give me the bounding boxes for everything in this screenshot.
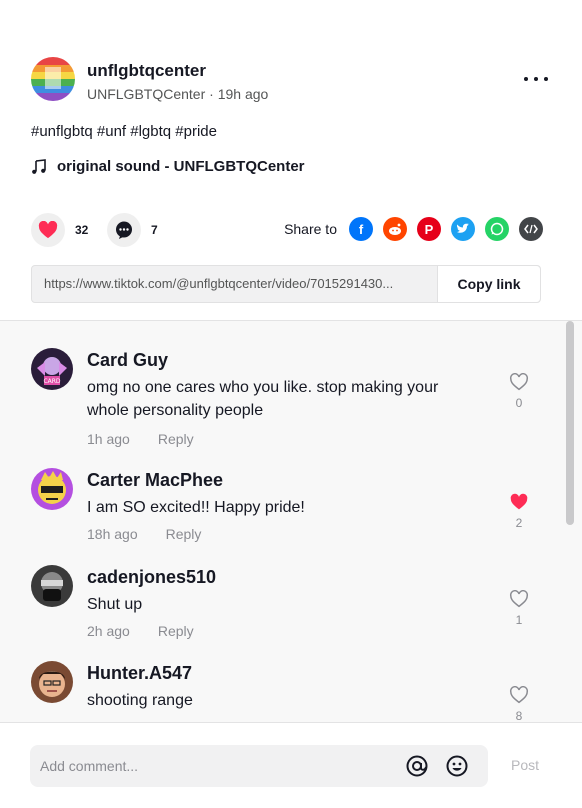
reply-button[interactable]: Reply [166,526,202,542]
share-label: Share to [284,221,337,237]
comment-text: shooting range [87,692,193,709]
post-hashtags[interactable]: #unflgbtq #unf #lgbtq #pride [31,123,217,140]
heart-outline-icon [510,686,528,704]
pinterest-icon[interactable]: P [417,217,441,241]
commenter-avatar[interactable]: CARD [31,348,73,390]
comment-meta: 1h ago Reply [87,431,194,447]
post-link-url[interactable]: https://www.tiktok.com/@unflgbtqcenter/v… [32,266,437,302]
comment-like-count: 1 [515,613,523,627]
comment-like-button[interactable]: 1 [507,590,531,627]
emoji-icon[interactable] [445,754,469,778]
share-bar: Share to f P [284,217,543,241]
comment-input-wrapper [30,745,488,787]
author-username[interactable]: unflgbtqcenter [87,61,206,81]
more-dot-icon [524,77,528,81]
heart-outline-icon [510,373,528,391]
author-subtitle: UNFLGBTQCenter · 19h ago [87,86,268,102]
post-button[interactable]: Post [511,757,539,773]
comment-like-count: 2 [515,516,523,530]
comment-meta: 2h ago Reply [87,623,194,639]
svg-text:CARD: CARD [43,378,60,385]
comment-text: Shut up [87,596,143,613]
sound-label: original sound - UNFLGBTQCenter [57,158,305,175]
more-dot-icon [544,77,548,81]
commenter-avatar[interactable] [31,661,73,703]
twitter-icon[interactable] [451,217,475,241]
author-display-name[interactable]: UNFLGBTQCenter [87,86,205,102]
commenter-avatar[interactable] [31,468,73,510]
more-options-button[interactable] [521,67,551,91]
comment-text: omg no one cares who you like. stop maki… [87,379,439,419]
post-header: unflgbtqcenter UNFLGBTQCenter · 19h ago [31,57,551,109]
post-sound[interactable]: original sound - UNFLGBTQCenter [31,158,305,175]
embed-icon[interactable] [519,217,543,241]
comment-like-button[interactable]: 8 [507,686,531,722]
mention-icon[interactable] [405,754,429,778]
heart-outline-icon [510,590,528,608]
comment-like-button[interactable]: 0 [507,373,531,410]
commenter-avatar[interactable] [31,565,73,607]
copy-link-button[interactable]: Copy link [437,266,540,302]
post-actions: 32 7 Share to f P [31,213,543,249]
comment-like-button[interactable]: 2 [507,493,531,530]
whatsapp-icon[interactable] [485,217,509,241]
copy-link-box: https://www.tiktok.com/@unflgbtqcenter/v… [31,265,541,303]
post-time: 19h ago [217,86,269,102]
comments-scrollbar[interactable] [566,321,574,722]
comment-action[interactable]: 7 [107,213,158,247]
scrollbar-thumb[interactable] [566,321,574,525]
comment-count: 7 [151,223,158,237]
comment-time: 1h ago [87,431,130,447]
reddit-icon[interactable] [383,217,407,241]
reply-button[interactable]: Reply [158,431,194,447]
comment-composer: Post [0,722,582,808]
heart-filled-icon [510,493,528,510]
comment-bubble-icon [116,221,132,239]
comment-text: I am SO excited!! Happy pride! [87,499,305,516]
commenter-name[interactable]: Hunter.A547 [87,663,192,684]
comment-time: 18h ago [87,526,138,542]
more-dot-icon [534,77,538,81]
commenter-name[interactable]: Carter MacPhee [87,470,223,491]
comment-like-count: 8 [515,709,523,722]
comment-meta: 18h ago Reply [87,526,201,542]
reply-button[interactable]: Reply [158,623,194,639]
comment-input[interactable] [40,745,390,787]
comments-list[interactable]: CARD Card Guy omg no one cares who you l… [0,320,582,722]
comment-button[interactable] [107,213,141,247]
comment-like-count: 0 [515,396,523,410]
author-avatar[interactable] [31,57,75,101]
commenter-name[interactable]: Card Guy [87,350,168,371]
comment-time: 2h ago [87,623,130,639]
heart-filled-icon [38,221,58,239]
music-note-icon [32,158,46,174]
facebook-icon[interactable]: f [349,217,373,241]
like-button[interactable] [31,213,65,247]
commenter-name[interactable]: cadenjones510 [87,567,216,588]
subtitle-separator: · [205,86,218,102]
like-action[interactable]: 32 [31,213,88,247]
like-count: 32 [75,223,89,237]
